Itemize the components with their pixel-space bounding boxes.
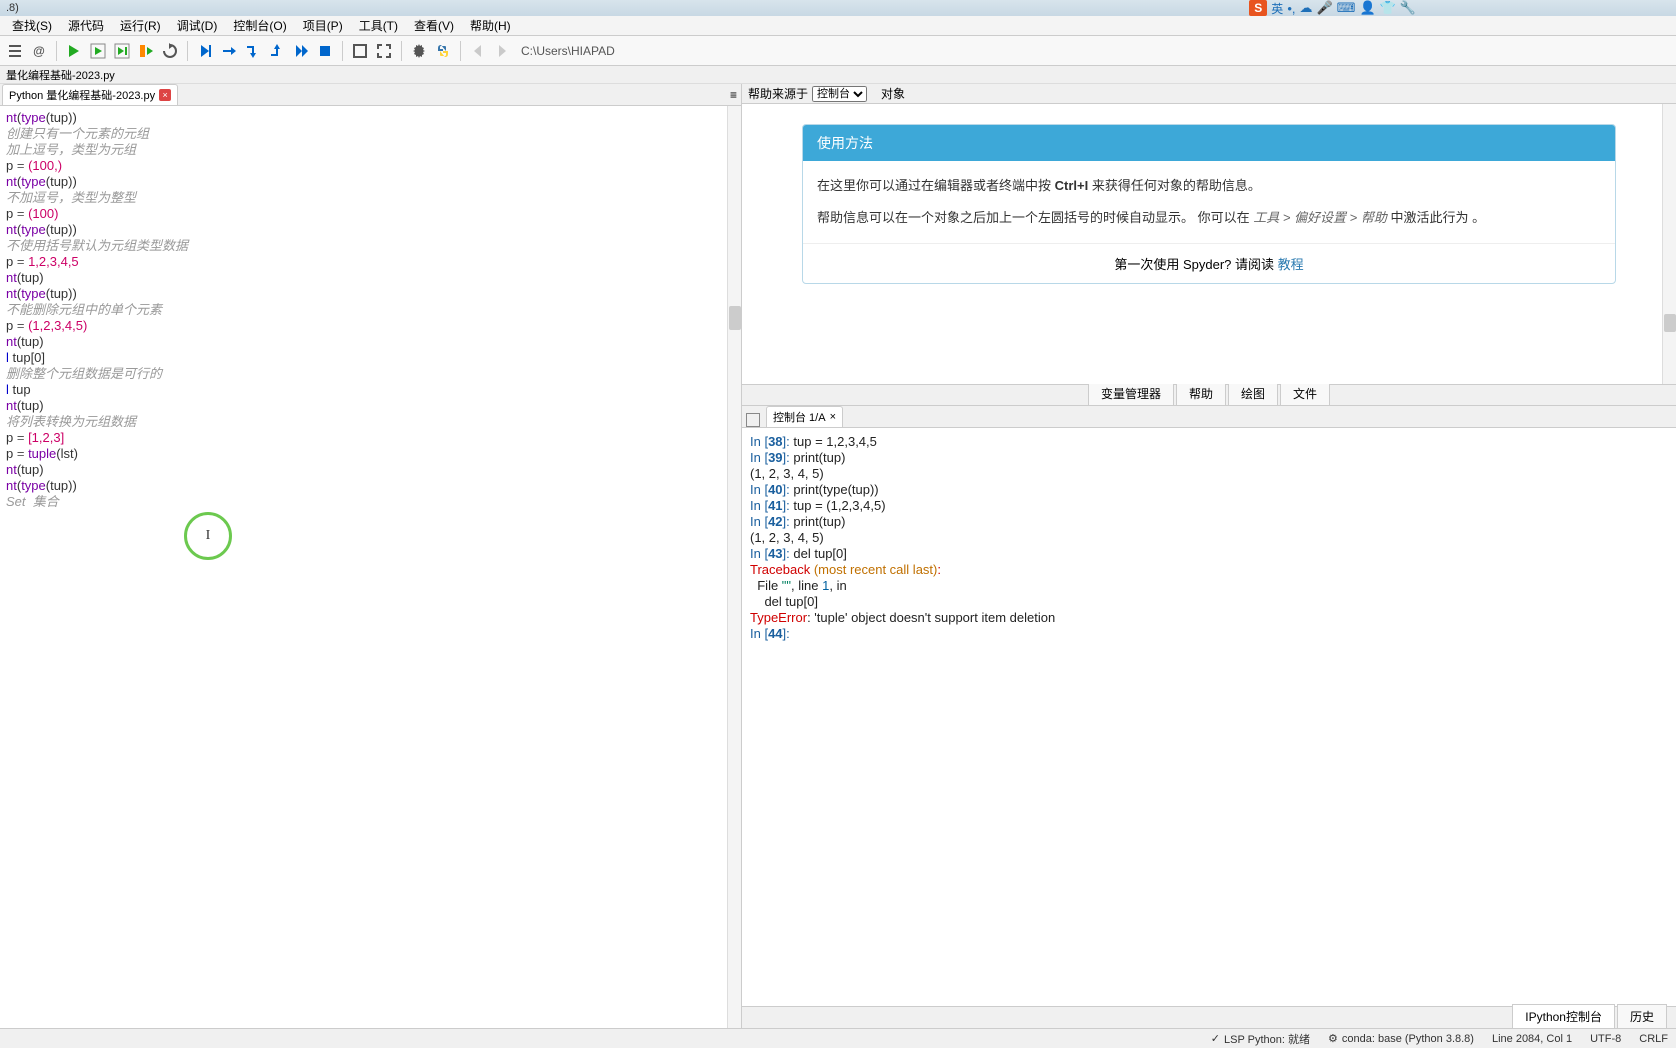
tab-files[interactable]: 文件 xyxy=(1280,381,1330,405)
ime-cloud-icon[interactable]: ☁ xyxy=(1299,0,1312,16)
status-encoding: UTF-8 xyxy=(1590,1033,1621,1045)
code-editor[interactable]: nt(type(tup))创建只有一个元素的元组加上逗号，类型为元组p = (1… xyxy=(0,106,741,1028)
ime-language[interactable]: 英 xyxy=(1271,0,1283,17)
console-tabs: 控制台 1/A × xyxy=(742,406,1676,428)
step-button[interactable] xyxy=(218,40,240,62)
python-path-button[interactable] xyxy=(432,40,454,62)
help-scrollbar[interactable] xyxy=(1662,104,1676,384)
status-lsp[interactable]: ✓ LSP Python: 就绪 xyxy=(1211,1031,1310,1047)
ime-keyboard-icon[interactable]: ⌨ xyxy=(1337,0,1356,16)
menu-debug[interactable]: 调试(D) xyxy=(169,15,226,36)
forward-button[interactable] xyxy=(491,40,513,62)
continue-button[interactable] xyxy=(290,40,312,62)
close-icon[interactable]: × xyxy=(830,411,836,423)
back-button[interactable] xyxy=(467,40,489,62)
run-button[interactable] xyxy=(63,40,85,62)
close-icon[interactable]: × xyxy=(159,89,171,101)
tab-history[interactable]: 历史 xyxy=(1617,1004,1667,1028)
help-object-label: 对象 xyxy=(881,85,905,102)
ime-toolbar: S 英 •, ☁ 🎤 ⌨ 👤 👕 🔧 xyxy=(1249,0,1416,16)
help-card-title: 使用方法 xyxy=(803,125,1615,161)
console-bottom-tabs: IPython控制台 历史 xyxy=(742,1006,1676,1028)
menu-project[interactable]: 项目(P) xyxy=(295,15,351,36)
run-cell-button[interactable] xyxy=(87,40,109,62)
console-window-icon[interactable] xyxy=(746,413,760,427)
tab-plots[interactable]: 绘图 xyxy=(1228,381,1278,405)
fullscreen-button[interactable] xyxy=(373,40,395,62)
ime-badge-icon[interactable]: S xyxy=(1249,0,1267,16)
tutorial-link[interactable]: 教程 xyxy=(1278,257,1304,272)
run-selection-button[interactable] xyxy=(135,40,157,62)
toolbar-separator xyxy=(342,41,343,61)
maximize-button[interactable] xyxy=(349,40,371,62)
ime-user-icon[interactable]: 👤 xyxy=(1359,0,1375,16)
at-button[interactable]: @ xyxy=(28,40,50,62)
step-out-button[interactable] xyxy=(266,40,288,62)
status-position: Line 2084, Col 1 xyxy=(1492,1033,1572,1045)
menu-tools[interactable]: 工具(T) xyxy=(351,15,406,36)
toolbar-separator xyxy=(460,41,461,61)
ime-skin-icon[interactable]: 👕 xyxy=(1380,0,1396,16)
cursor-indicator xyxy=(184,512,232,560)
window-titlebar: .8) S 英 •, ☁ 🎤 ⌨ 👤 👕 🔧 xyxy=(0,0,1676,16)
console-tab-label: 控制台 1/A xyxy=(773,409,826,425)
help-source-label: 帮助来源于 xyxy=(748,85,808,102)
ipython-console[interactable]: In [38]: tup = 1,2,3,4,5In [39]: print(t… xyxy=(742,428,1676,1006)
editor-tab-active[interactable]: Python 量化编程基础-2023.py × xyxy=(2,84,178,105)
toolbar-separator xyxy=(401,41,402,61)
rerun-button[interactable] xyxy=(159,40,181,62)
help-panel: 使用方法 在这里你可以通过在编辑器或者终端中按 Ctrl+I 来获得任何对象的帮… xyxy=(742,104,1676,384)
tab-variables[interactable]: 变量管理器 xyxy=(1088,381,1174,405)
preferences-button[interactable] xyxy=(408,40,430,62)
toolbar: @ C:\Users\HIAPAD xyxy=(0,36,1676,66)
menu-console[interactable]: 控制台(O) xyxy=(225,15,294,36)
breadcrumb: 量化编程基础-2023.py xyxy=(0,66,1676,84)
console-tab-active[interactable]: 控制台 1/A × xyxy=(766,406,843,427)
toolbar-separator xyxy=(187,41,188,61)
editor-pane: Python 量化编程基础-2023.py × ≡ nt(type(tup))创… xyxy=(0,84,742,1028)
help-card-footer: 第一次使用 Spyder? 请阅读 教程 xyxy=(803,243,1615,283)
breadcrumb-file[interactable]: 量化编程基础-2023.py xyxy=(6,67,115,83)
tab-help[interactable]: 帮助 xyxy=(1176,381,1226,405)
toolbar-separator xyxy=(56,41,57,61)
editor-scrollbar[interactable] xyxy=(727,106,741,1028)
menu-find[interactable]: 查找(S) xyxy=(4,15,60,36)
editor-tab-label: Python 量化编程基础-2023.py xyxy=(9,87,155,103)
editor-options-icon[interactable]: ≡ xyxy=(730,88,737,102)
status-eol: CRLF xyxy=(1639,1033,1668,1045)
menu-view[interactable]: 查看(V) xyxy=(406,15,462,36)
menu-source[interactable]: 源代码 xyxy=(60,15,112,36)
menu-run[interactable]: 运行(R) xyxy=(112,15,169,36)
ime-punct-icon[interactable]: •, xyxy=(1287,1,1295,16)
help-card: 使用方法 在这里你可以通过在编辑器或者终端中按 Ctrl+I 来获得任何对象的帮… xyxy=(802,124,1616,284)
step-into-button[interactable] xyxy=(242,40,264,62)
debug-button[interactable] xyxy=(194,40,216,62)
working-dir-path[interactable]: C:\Users\HIAPAD xyxy=(521,44,615,58)
menu-help[interactable]: 帮助(H) xyxy=(462,15,519,36)
menubar: 查找(S) 源代码 运行(R) 调试(D) 控制台(O) 项目(P) 工具(T)… xyxy=(0,16,1676,36)
help-header: 帮助来源于 控制台 对象 xyxy=(742,84,1676,104)
help-source-select[interactable]: 控制台 xyxy=(812,86,867,102)
status-conda[interactable]: ⚙ conda: base (Python 3.8.8) xyxy=(1328,1032,1474,1045)
help-card-body: 在这里你可以通过在编辑器或者终端中按 Ctrl+I 来获得任何对象的帮助信息。 … xyxy=(803,161,1615,243)
ime-mic-icon[interactable]: 🎤 xyxy=(1316,0,1332,16)
tab-ipython[interactable]: IPython控制台 xyxy=(1512,1004,1615,1028)
editor-tabs: Python 量化编程基础-2023.py × ≡ xyxy=(0,84,741,106)
statusbar: ✓ LSP Python: 就绪 ⚙ conda: base (Python 3… xyxy=(0,1028,1676,1048)
stop-button[interactable] xyxy=(314,40,336,62)
ime-tool-icon[interactable]: 🔧 xyxy=(1400,0,1416,16)
right-pane: 帮助来源于 控制台 对象 使用方法 在这里你可以通过在编辑器或者终端中按 Ctr… xyxy=(742,84,1676,1028)
right-pane-tabs: 变量管理器 帮助 绘图 文件 xyxy=(742,384,1676,406)
run-cell-advance-button[interactable] xyxy=(111,40,133,62)
outline-button[interactable] xyxy=(4,40,26,62)
console-pane: 控制台 1/A × In [38]: tup = 1,2,3,4,5In [39… xyxy=(742,406,1676,1028)
title-text: .8) xyxy=(6,2,19,14)
